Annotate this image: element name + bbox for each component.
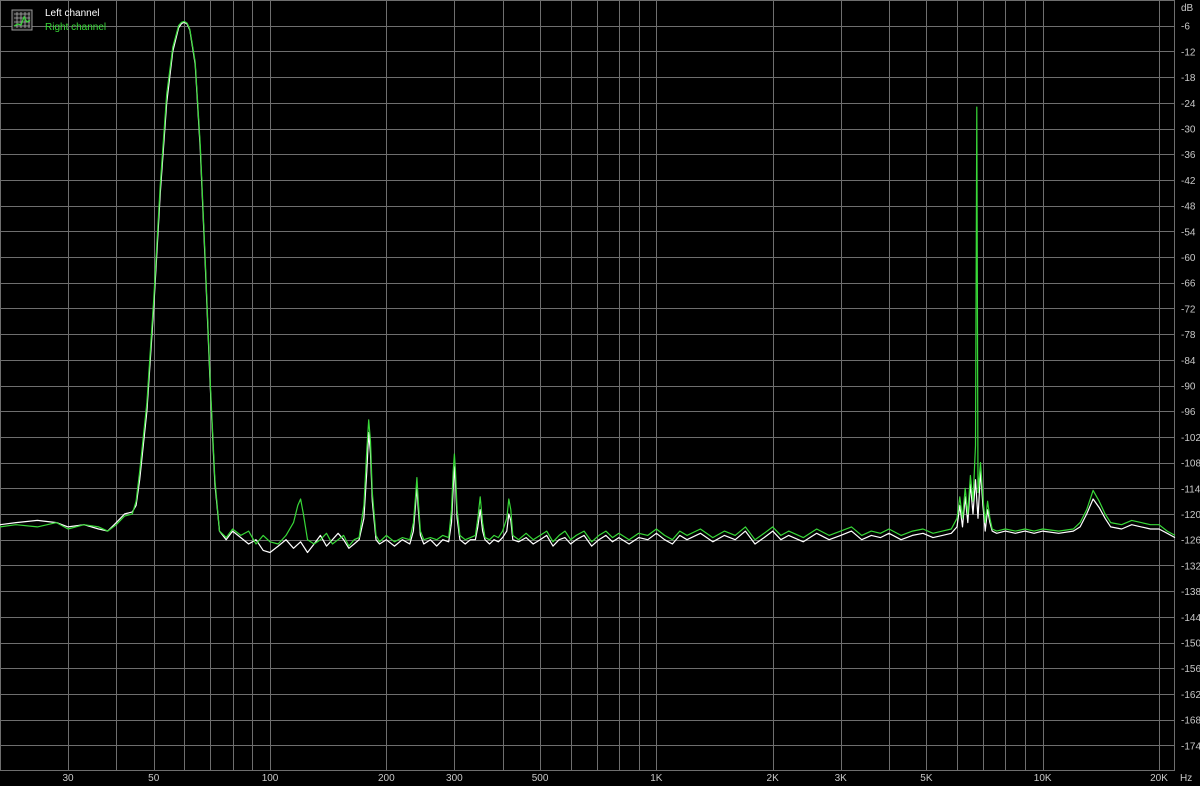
legend-left-channel: Left channel	[45, 8, 100, 19]
y-tick-label: -78	[1181, 330, 1196, 341]
y-tick-label: -48	[1181, 202, 1196, 213]
x-tick-label: 3K	[835, 773, 848, 784]
x-tick-label: 30	[62, 773, 74, 784]
x-tick-label: 100	[262, 773, 279, 784]
y-tick-label: -60	[1181, 253, 1196, 264]
x-tick-label: 50	[148, 773, 160, 784]
y-unit-label: dB	[1181, 3, 1194, 14]
y-tick-label: -162	[1181, 690, 1200, 701]
spectrum-grid-icon	[11, 9, 33, 31]
y-tick-label: -108	[1181, 459, 1200, 470]
x-tick-label: 200	[378, 773, 395, 784]
y-tick-label: -138	[1181, 587, 1200, 598]
y-tick-label: -126	[1181, 536, 1200, 547]
spectrum-chart: -6 -12 -18 -24 -30 -36 -42 -48 -54 -60 -66 -72 -78 -8…	[0, 0, 1200, 786]
x-tick-label: 10K	[1034, 773, 1052, 784]
y-tick-label: -150	[1181, 639, 1200, 650]
y-tick-label: -114	[1181, 484, 1200, 495]
y-tick-label: -102	[1181, 433, 1200, 444]
y-tick-label: -24	[1181, 99, 1196, 110]
y-tick-label: -66	[1181, 279, 1196, 290]
y-tick-label: -42	[1181, 176, 1196, 187]
y-tick-label: -30	[1181, 125, 1196, 136]
y-tick-label: -84	[1181, 356, 1196, 367]
y-tick-label: -132	[1181, 561, 1200, 572]
y-tick-label: -6	[1181, 22, 1190, 33]
y-tick-label: -96	[1181, 407, 1196, 418]
y-tick-label: -36	[1181, 150, 1196, 161]
x-tick-label: 300	[446, 773, 463, 784]
x-tick-label: 500	[532, 773, 549, 784]
x-unit-label: Hz	[1180, 773, 1192, 784]
y-tick-label: -168	[1181, 716, 1200, 727]
x-tick-label: 5K	[920, 773, 933, 784]
y-tick-label: -120	[1181, 510, 1200, 521]
y-tick-label: -54	[1181, 227, 1196, 238]
legend-right-channel: Right channel	[45, 22, 106, 33]
x-tick-label: 20K	[1150, 773, 1168, 784]
y-tick-label: -18	[1181, 73, 1196, 84]
y-tick-label: -12	[1181, 47, 1196, 58]
x-tick-label: 1K	[650, 773, 663, 784]
y-tick-label: -156	[1181, 664, 1200, 675]
x-tick-label: 2K	[767, 773, 780, 784]
y-tick-label: -174	[1181, 741, 1200, 752]
y-tick-label: -144	[1181, 613, 1200, 624]
y-tick-label: -72	[1181, 304, 1196, 315]
y-tick-label: -90	[1181, 382, 1196, 393]
